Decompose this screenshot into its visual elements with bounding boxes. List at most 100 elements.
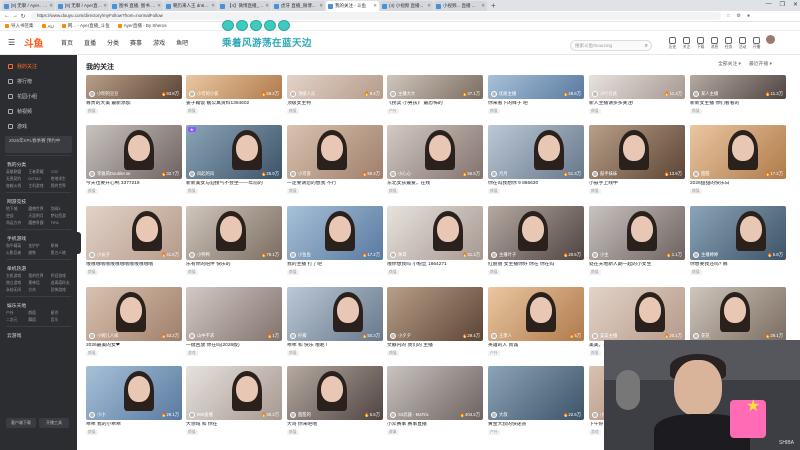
stream-title[interactable]: 大领域 和 你在 — [186, 422, 282, 428]
stream-category-tag[interactable]: 颜值 — [589, 351, 601, 356]
stream-thumbnail[interactable]: 甜甜的 🔥5.5万 — [287, 366, 383, 420]
stream-category-tag[interactable]: 颜值 — [387, 270, 399, 275]
stream-thumbnail[interactable]: 顶级人员 🔥9.4万 — [287, 75, 383, 99]
stream-thumbnail[interactable]: ★ 风起的风 🔥25.9万 — [186, 125, 282, 179]
sidebar-category-link[interactable]: 命运方舟 — [6, 220, 26, 226]
stream-category-tag[interactable]: 颜值 — [186, 109, 198, 114]
sidebar-category-link[interactable]: 王者荣耀 — [28, 169, 48, 175]
stream-thumbnail[interactable]: 王羡人 🔥5万 — [488, 287, 584, 341]
stream-card[interactable]: ★ 风起的风 🔥25.9万 新新美女与迎接气不会坐——年前的 颜值 — [186, 125, 282, 194]
sidebar-section-title[interactable]: 我的分类 — [0, 160, 77, 168]
profile-icon[interactable]: ● — [747, 13, 750, 19]
close-icon[interactable]: ✕ — [211, 3, 215, 9]
stream-title[interactable]: 小众赛事 赛事直播 — [387, 422, 483, 428]
search-input[interactable]: 搜索斗鱼/Sourcing ⌕ — [570, 40, 652, 51]
browser-tab[interactable]: [9] 无聊 / Ayer.. 直播 ✕ — [2, 1, 55, 11]
stream-thumbnail[interactable]: 小鸭鸭 🔥79.1万 — [186, 206, 282, 260]
stream-title[interactable]: 乐有你的陪伴 快乐的 — [186, 262, 282, 268]
stream-category-tag[interactable]: 颜值 — [287, 109, 299, 114]
close-icon[interactable]: ✕ — [319, 3, 323, 9]
stream-title[interactable]: 新新女主播 你们看看的 — [690, 101, 786, 107]
nav-item[interactable]: 鱼吧 — [176, 38, 188, 47]
sidebar-item[interactable]: 我的关注 — [0, 59, 77, 74]
stream-card[interactable]: 小明的豆豆 🔥93.8万 尊贵的大美 最新添加 颜值 — [86, 75, 182, 114]
stream-thumbnail[interactable]: 某人主播 🔥11.3万 — [690, 75, 786, 99]
stream-thumbnail[interactable]: S2武器 - MaTrix 🔥404.2万 — [387, 366, 483, 420]
stream-category-tag[interactable]: 颜值 — [589, 270, 601, 275]
stream-card[interactable]: 大叔 🔥22.6万 黄金大叔的快递员 户外 — [488, 366, 584, 435]
sidebar-category-link[interactable]: 梦幻西游 — [51, 213, 71, 219]
stream-title[interactable]: 乖乖 我的小乖乖 — [86, 422, 182, 428]
stream-card[interactable]: 小婉儿人样 🔥63.2万 2026最美的女❤ 颜值 — [86, 287, 182, 356]
stream-title[interactable]: 《拐卖·小男孩》 最恐怖的 — [387, 101, 483, 107]
nav-item[interactable]: 游戏 — [153, 38, 165, 47]
sidebar-category-link[interactable]: 英雄联盟 — [6, 169, 26, 175]
maximize-button[interactable]: ❐ — [780, 1, 785, 8]
stream-title[interactable]: 尊贵的大美 最新添加 — [86, 101, 182, 107]
stream-thumbnail[interactable]: 大叔 🔥22.6万 — [488, 366, 584, 420]
sidebar-item[interactable]: 帧视频 — [0, 104, 77, 119]
close-icon[interactable]: ✕ — [103, 3, 107, 9]
stream-title[interactable]: 新新美女与迎接气不会坐——年前的 — [186, 181, 282, 187]
sidebar-category-link[interactable]: 二次元 — [6, 317, 26, 323]
sidebar-bottom-button[interactable]: 客户端下载 — [6, 418, 36, 428]
sidebar-category-link[interactable]: 舞蹈 — [28, 317, 48, 323]
bookmark-item[interactable]: 网... - Ayer直播_斗鱼 — [61, 23, 110, 29]
stream-thumbnail[interactable]: 小心心 🔥56.5万 — [387, 125, 483, 179]
sidebar-category-link[interactable]: 方舟 — [28, 287, 48, 293]
header-icon-button[interactable]: 关注 — [682, 37, 691, 50]
stream-thumbnail[interactable]: 柠檬 🔥50.3万 — [287, 287, 383, 341]
stream-card[interactable]: 山中不求 🔥1万 一键回放 你在吗(2026版) 游戏 — [186, 287, 282, 356]
sidebar-category-link[interactable]: 天涯明月 — [28, 213, 48, 219]
stream-thumbnail[interactable]: 小主 🔥1.1万 — [589, 206, 685, 260]
stream-category-tag[interactable]: 颜值 — [287, 430, 299, 435]
browser-tab[interactable]: [9] 无聊 / Ayer直播 ...✕ — [56, 1, 109, 11]
sidebar-item[interactable]: 花园小组 — [0, 89, 77, 104]
close-icon[interactable]: ✕ — [373, 3, 377, 9]
browser-tab[interactable]: 小视频... 直播 ... ✕ — [434, 1, 487, 11]
sidebar-category-link[interactable]: 原神 — [51, 243, 71, 249]
extensions-icon[interactable]: ⚙ — [736, 13, 740, 19]
stream-thumbnail[interactable]: 985直播 🔥40.3万 — [186, 366, 282, 420]
stream-thumbnail[interactable]: 小伙子 🔥41.6万 — [86, 206, 182, 260]
stream-title[interactable]: 哦哦哦哦哦哦哦哦哦哦哦哦哦哦 — [86, 262, 182, 268]
stream-category-tag[interactable]: 颜值 — [186, 430, 198, 435]
stream-category-tag[interactable]: 颜值 — [86, 430, 98, 435]
stream-card[interactable]: 某人主播 🔥11.3万 新新女主播 你们看看的 颜值 — [690, 75, 786, 114]
browser-tab[interactable]: 图书 直播, 图书 主播...✕ — [110, 1, 163, 11]
sidebar-category-link[interactable]: 无畏契约 — [6, 176, 26, 182]
stream-category-tag[interactable]: 颜值 — [86, 109, 98, 114]
stream-thumbnail[interactable]: 小夕夕 🔥29.4万 — [387, 287, 483, 341]
stream-thumbnail[interactable]: 小叶在此 🔥11.3万 — [589, 75, 685, 99]
sidebar-section-title[interactable]: 网游竞技 — [0, 197, 77, 205]
sidebar-section-title[interactable]: 手机游戏 — [0, 234, 77, 242]
stream-category-tag[interactable]: 颜值 — [287, 189, 299, 194]
bookmark-item[interactable]: AU — [41, 24, 54, 29]
browser-tab[interactable]: 我的关注 - 斗鱼 ✕ — [326, 1, 379, 11]
sidebar-collapse-handle[interactable] — [77, 232, 81, 254]
stream-card[interactable]: 小伙子 🔥41.6万 哦哦哦哦哦哦哦哦哦哦哦哦哦哦 颜值 — [86, 206, 182, 275]
sidebar-section-title[interactable]: 单机热游 — [0, 264, 77, 272]
sidebar-category-link[interactable]: 和平精英 — [6, 243, 26, 249]
stream-category-tag[interactable]: 户外 — [488, 430, 500, 435]
stream-thumbnail[interactable]: 帅哥 🔥31.3万 — [387, 206, 483, 260]
stream-category-tag[interactable]: 颜值 — [690, 189, 702, 194]
sidebar-section-title[interactable]: 娱乐天地 — [0, 301, 77, 309]
browser-tab[interactable]: 虎牙 直播_微博... ✕ — [272, 1, 325, 11]
stream-card[interactable]: 李雅莉Doubler.se 🔥32.7万 今天也要开心鸭 3377219 颜值 — [86, 125, 182, 194]
sidebar-category-link[interactable]: 永劫无间 — [6, 287, 26, 293]
sidebar-category-link[interactable]: 第五人格 — [51, 250, 71, 256]
header-icon-button[interactable]: 历史 — [668, 37, 677, 50]
star-icon[interactable]: ☆ — [726, 13, 730, 19]
stream-title[interactable]: 处在天地新人期一起的小女生 — [589, 262, 685, 268]
header-icon-button[interactable]: 下载 — [696, 37, 705, 50]
sidebar-category-link[interactable]: 颜值 — [28, 310, 48, 316]
sidebar-category-link[interactable]: CS2 — [51, 169, 71, 175]
sidebar-category-link[interactable]: 地下城 — [6, 206, 26, 212]
stream-card[interactable]: 小心心 🔥56.5万 东北女孩最爱，在线 颜值 — [387, 125, 483, 194]
hamburger-menu-icon[interactable]: ☰ — [8, 38, 18, 47]
nav-item[interactable]: 赛事 — [130, 38, 142, 47]
stream-card[interactable]: 小夕夕 🔥29.4万 文静内的 我们的 主播 颜值 — [387, 287, 483, 356]
stream-card[interactable]: 鼓手妹妹 🔥13.9万 小鼓手上线中 颜值 — [589, 125, 685, 194]
stream-card[interactable]: 月月 🔥51.3万 你在吗我想你 9 886630 颜值 — [488, 125, 584, 194]
